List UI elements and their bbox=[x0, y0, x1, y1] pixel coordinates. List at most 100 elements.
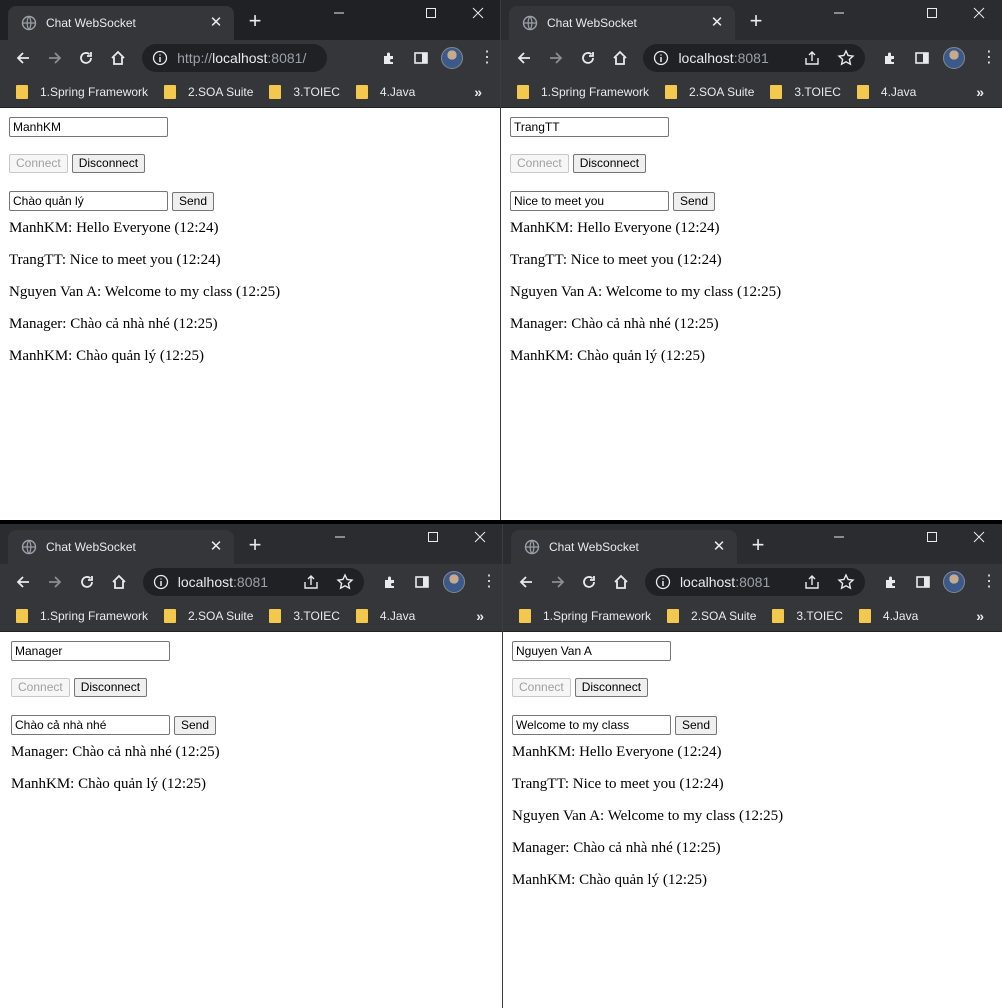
close-icon[interactable]: ✕ bbox=[709, 537, 729, 557]
address-bar[interactable]: localhost:8081 bbox=[644, 568, 866, 596]
site-info-icon[interactable] bbox=[655, 574, 671, 590]
side-panel-icon[interactable] bbox=[406, 566, 438, 598]
browser-tab[interactable]: Chat WebSocket ✕ bbox=[511, 530, 737, 564]
maximize-icon[interactable] bbox=[410, 524, 456, 550]
username-input[interactable] bbox=[9, 117, 168, 137]
back-icon[interactable] bbox=[7, 42, 39, 74]
browser-tab[interactable]: Chat WebSocket ✕ bbox=[8, 530, 234, 564]
share-icon[interactable] bbox=[803, 49, 821, 67]
forward-icon[interactable] bbox=[39, 566, 71, 598]
minimize-icon[interactable] bbox=[316, 0, 362, 26]
send-button[interactable]: Send bbox=[174, 715, 217, 735]
home-icon[interactable] bbox=[103, 566, 135, 598]
back-icon[interactable] bbox=[7, 566, 39, 598]
send-button[interactable]: Send bbox=[673, 191, 716, 211]
profile-avatar[interactable] bbox=[438, 566, 470, 598]
connect-button[interactable]: Connect bbox=[512, 678, 571, 697]
forward-icon[interactable] bbox=[542, 566, 574, 598]
star-icon[interactable] bbox=[836, 49, 855, 67]
site-info-icon[interactable] bbox=[152, 50, 168, 66]
send-button[interactable]: Send bbox=[172, 191, 215, 211]
username-input[interactable] bbox=[11, 641, 170, 661]
extensions-icon[interactable] bbox=[374, 566, 406, 598]
message-input[interactable] bbox=[11, 715, 170, 735]
bookmark-java[interactable]: 4.Java bbox=[355, 84, 415, 99]
menu-icon[interactable]: ⋮ bbox=[970, 42, 1002, 74]
side-panel-icon[interactable] bbox=[906, 42, 938, 74]
menu-icon[interactable]: ⋮ bbox=[970, 566, 1002, 598]
disconnect-button[interactable]: Disconnect bbox=[572, 154, 647, 173]
message-input[interactable] bbox=[510, 191, 669, 211]
maximize-icon[interactable] bbox=[909, 524, 955, 550]
bookmark-toiec[interactable]: 3.TOIEC bbox=[772, 608, 843, 623]
profile-avatar[interactable] bbox=[938, 42, 970, 74]
more-bookmarks-icon[interactable]: » bbox=[976, 84, 984, 100]
home-icon[interactable] bbox=[605, 566, 637, 598]
bookmark-spring[interactable]: 1.Spring Framework bbox=[16, 608, 148, 623]
maximize-icon[interactable] bbox=[909, 0, 955, 26]
new-tab-icon[interactable]: + bbox=[745, 10, 767, 32]
forward-icon[interactable] bbox=[540, 42, 572, 74]
star-icon[interactable] bbox=[837, 573, 855, 591]
bookmark-spring[interactable]: 1.Spring Framework bbox=[517, 84, 649, 99]
bookmark-toiec[interactable]: 3.TOIEC bbox=[269, 84, 340, 99]
site-info-icon[interactable] bbox=[153, 574, 169, 590]
new-tab-icon[interactable]: + bbox=[747, 534, 769, 556]
profile-avatar[interactable] bbox=[939, 566, 971, 598]
reload-icon[interactable] bbox=[573, 566, 605, 598]
address-bar[interactable]: http://localhost:8081/ bbox=[142, 44, 327, 72]
new-tab-icon[interactable]: + bbox=[244, 10, 266, 32]
bookmark-spring[interactable]: 1.Spring Framework bbox=[16, 84, 148, 99]
disconnect-button[interactable]: Disconnect bbox=[71, 154, 146, 173]
share-icon[interactable] bbox=[302, 573, 320, 591]
extensions-icon[interactable] bbox=[373, 42, 405, 74]
extensions-icon[interactable] bbox=[875, 566, 907, 598]
share-icon[interactable] bbox=[803, 573, 821, 591]
maximize-icon[interactable] bbox=[408, 0, 454, 26]
forward-icon[interactable] bbox=[39, 42, 71, 74]
menu-icon[interactable]: ⋮ bbox=[468, 42, 500, 74]
bookmark-soa[interactable]: 2.SOA Suite bbox=[164, 84, 253, 99]
more-bookmarks-icon[interactable]: » bbox=[476, 608, 484, 624]
url-text[interactable]: http://localhost:8081/ bbox=[177, 50, 306, 66]
address-bar[interactable]: localhost:8081 bbox=[643, 44, 865, 72]
back-icon[interactable] bbox=[510, 566, 542, 598]
bookmark-soa[interactable]: 2.SOA Suite bbox=[665, 84, 754, 99]
more-bookmarks-icon[interactable]: » bbox=[474, 84, 482, 100]
bookmark-java[interactable]: 4.Java bbox=[355, 608, 415, 623]
menu-icon[interactable]: ⋮ bbox=[470, 566, 502, 598]
minimize-icon[interactable] bbox=[816, 0, 862, 26]
bookmark-spring[interactable]: 1.Spring Framework bbox=[519, 608, 651, 623]
reload-icon[interactable] bbox=[71, 566, 103, 598]
message-input[interactable] bbox=[9, 191, 168, 211]
bookmark-java[interactable]: 4.Java bbox=[856, 84, 916, 99]
address-bar[interactable]: localhost:8081 bbox=[142, 568, 365, 596]
bookmark-java[interactable]: 4.Java bbox=[858, 608, 918, 623]
bookmark-soa[interactable]: 2.SOA Suite bbox=[164, 608, 253, 623]
url-text[interactable]: localhost:8081 bbox=[680, 574, 770, 590]
disconnect-button[interactable]: Disconnect bbox=[73, 678, 148, 697]
minimize-icon[interactable] bbox=[816, 524, 862, 550]
new-tab-icon[interactable]: + bbox=[244, 534, 266, 556]
connect-button[interactable]: Connect bbox=[11, 678, 70, 697]
browser-tab[interactable]: Chat WebSocket ✕ bbox=[8, 6, 234, 40]
browser-tab[interactable]: Chat WebSocket ✕ bbox=[509, 6, 735, 40]
window-close-icon[interactable] bbox=[956, 0, 1002, 26]
minimize-icon[interactable] bbox=[317, 524, 363, 550]
window-close-icon[interactable] bbox=[457, 524, 502, 550]
profile-avatar[interactable] bbox=[436, 42, 468, 74]
home-icon[interactable] bbox=[604, 42, 636, 74]
back-icon[interactable] bbox=[508, 42, 540, 74]
connect-button[interactable]: Connect bbox=[9, 154, 68, 173]
window-close-icon[interactable] bbox=[455, 0, 500, 26]
url-text[interactable]: localhost:8081 bbox=[178, 574, 268, 590]
username-input[interactable] bbox=[510, 117, 669, 137]
extensions-icon[interactable] bbox=[875, 42, 907, 74]
message-input[interactable] bbox=[512, 715, 671, 735]
side-panel-icon[interactable] bbox=[907, 566, 939, 598]
more-bookmarks-icon[interactable]: » bbox=[976, 608, 984, 624]
window-close-icon[interactable] bbox=[956, 524, 1002, 550]
connect-button[interactable]: Connect bbox=[510, 154, 569, 173]
username-input[interactable] bbox=[512, 641, 671, 661]
reload-icon[interactable] bbox=[71, 42, 103, 74]
